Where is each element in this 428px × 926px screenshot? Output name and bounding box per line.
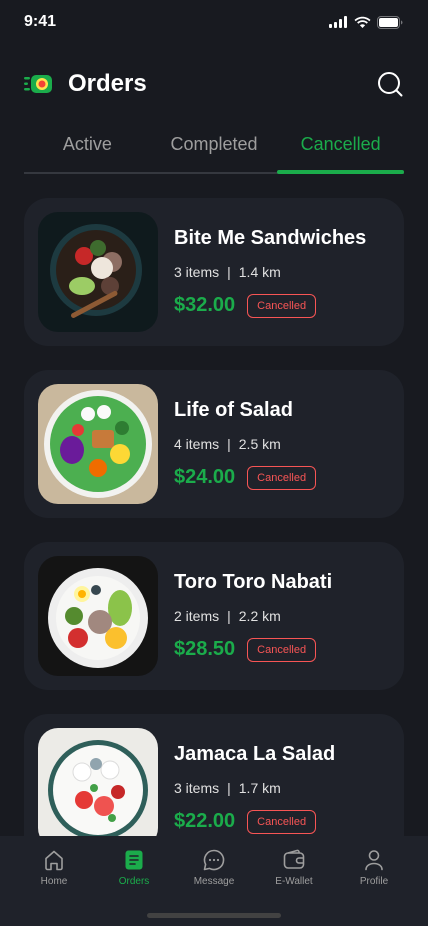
order-name: Jamaca La Salad [174, 742, 336, 765]
order-price: $24.00 [174, 466, 236, 488]
order-price: $28.50 [174, 638, 236, 660]
order-name: Life of Salad [174, 398, 293, 421]
orders-icon [125, 850, 143, 870]
meta-separator: | [227, 607, 231, 624]
order-info: Toro Toro Nabati 2 items | 2.2 km $28.50… [174, 571, 332, 662]
order-distance: 1.7 km [238, 779, 281, 796]
order-name: Toro Toro Nabati [174, 570, 333, 593]
nav-item-profile[interactable]: Profile [339, 848, 409, 887]
header-left: Orders [24, 70, 147, 98]
order-meta: 3 items | 1.7 km [174, 780, 335, 796]
price-row: $24.00 Cancelled [174, 465, 317, 490]
order-items: 3 items [174, 779, 220, 796]
order-distance: 2.2 km [238, 607, 281, 624]
nav-item-wallet[interactable]: E-Wallet [259, 848, 329, 887]
tab-active[interactable]: Active [24, 126, 151, 172]
status-icons [329, 15, 404, 29]
status-badge: Cancelled [247, 465, 317, 490]
order-distance: 1.4 km [238, 263, 281, 280]
order-name: Bite Me Sandwiches [174, 226, 367, 249]
nav-item-orders[interactable]: Orders [99, 848, 169, 887]
order-thumbnail [38, 728, 158, 848]
nav-label-profile: Profile [359, 876, 389, 887]
price-row: $28.50 Cancelled [174, 637, 332, 662]
message-icon [203, 849, 225, 871]
nav-item-message[interactable]: Message [179, 848, 249, 887]
price-row: $32.00 Cancelled [174, 293, 366, 318]
nav-label-home: Home [40, 876, 68, 887]
home-icon [45, 850, 63, 871]
meta-separator: | [227, 263, 231, 280]
meta-separator: | [227, 435, 231, 452]
order-card[interactable]: Toro Toro Nabati 2 items | 2.2 km $28.50… [24, 542, 404, 690]
order-items: 2 items [174, 607, 220, 624]
order-meta: 3 items | 1.4 km [174, 264, 366, 280]
battery-icon [377, 15, 403, 29]
order-price: $22.00 [174, 810, 236, 832]
order-distance: 2.5 km [238, 435, 281, 452]
order-price: $32.00 [174, 294, 236, 316]
order-thumbnail [38, 384, 158, 504]
order-items: 3 items [174, 263, 220, 280]
page-title: Orders [68, 70, 147, 97]
order-thumbnail [38, 556, 158, 676]
search-button[interactable] [376, 70, 404, 98]
order-card[interactable]: Life of Salad 4 items | 2.5 km $24.00 Ca… [24, 370, 404, 518]
order-info: Bite Me Sandwiches 3 items | 1.4 km $32.… [174, 227, 366, 318]
app-logo-icon [24, 75, 52, 93]
profile-icon [365, 850, 383, 871]
nav-label-wallet: E-Wallet [275, 876, 313, 887]
status-badge: Cancelled [247, 293, 317, 318]
order-items: 4 items [174, 435, 220, 452]
order-meta: 4 items | 2.5 km [174, 436, 316, 452]
nav-label-message: Message [193, 876, 235, 887]
status-bar: 9:41 [0, 0, 428, 44]
tab-cancelled[interactable]: Cancelled [277, 126, 404, 174]
order-info: Life of Salad 4 items | 2.5 km $24.00 Ca… [174, 398, 317, 490]
order-card[interactable]: Bite Me Sandwiches 3 items | 1.4 km $32.… [24, 198, 404, 346]
status-time: 9:41 [24, 13, 57, 30]
orders-list: Bite Me Sandwiches 3 items | 1.4 km $32.… [24, 198, 404, 862]
nav-items: Home Orders Message E-Wallet Profile [0, 836, 428, 887]
order-tabs: Active Completed Cancelled [24, 126, 404, 174]
nav-label-orders: Orders [118, 876, 150, 887]
order-thumbnail [38, 212, 158, 332]
nav-item-home[interactable]: Home [19, 848, 89, 887]
wallet-icon [283, 849, 305, 869]
search-icon [378, 72, 403, 97]
signal-icon [329, 16, 347, 28]
status-badge: Cancelled [247, 637, 317, 662]
tab-completed[interactable]: Completed [151, 126, 278, 172]
status-badge: Cancelled [247, 809, 317, 834]
wifi-icon [354, 16, 371, 28]
order-meta: 2 items | 2.2 km [174, 608, 332, 624]
meta-separator: | [227, 779, 231, 796]
price-row: $22.00 Cancelled [174, 809, 335, 834]
home-indicator [147, 913, 281, 918]
header: Orders [24, 64, 404, 104]
order-info: Jamaca La Salad 3 items | 1.7 km $22.00 … [174, 743, 335, 834]
